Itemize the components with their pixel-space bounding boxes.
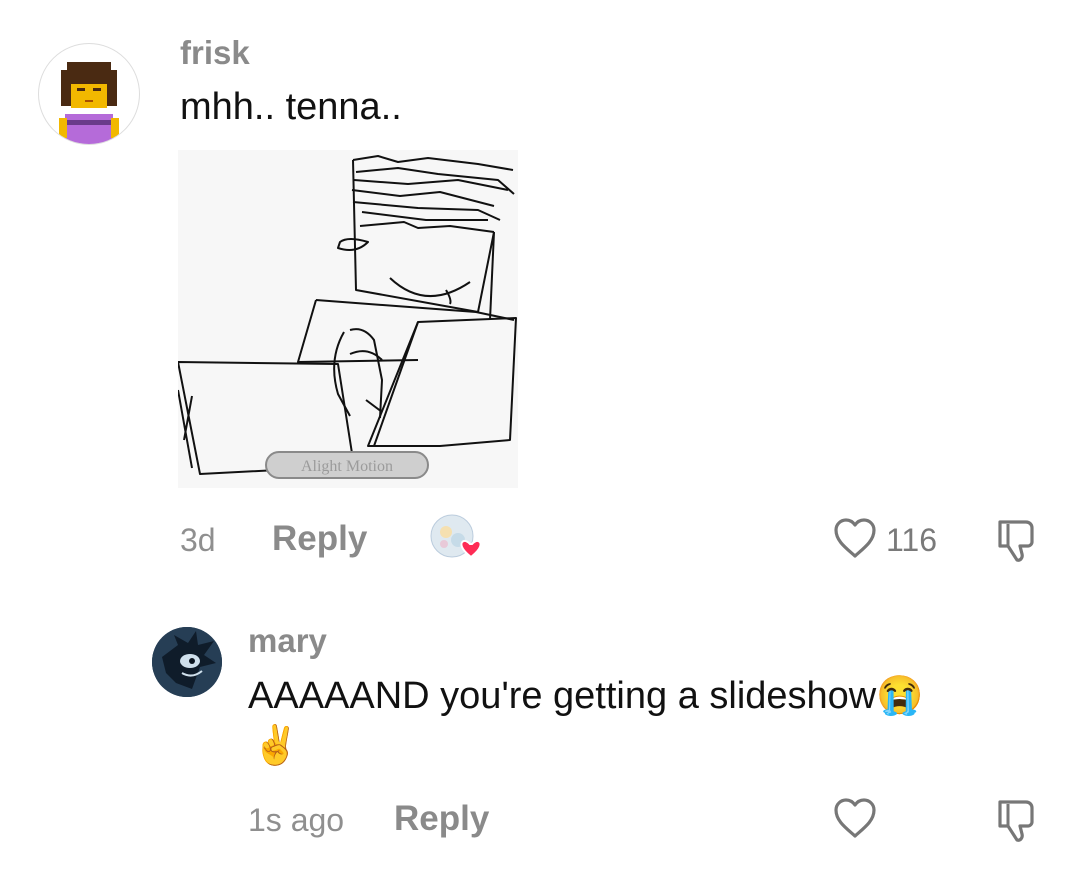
thumbs-down-icon — [998, 800, 1034, 842]
comment-image[interactable]: Alight Motion — [177, 150, 518, 488]
heart-outline-icon — [834, 518, 876, 558]
comment-username[interactable]: mary — [248, 622, 327, 660]
comment-text-line2: ✌️ — [252, 725, 300, 767]
avatar[interactable] — [152, 627, 222, 697]
like-button[interactable] — [832, 516, 878, 560]
comment-text: AAAAAND you're getting a slideshow😭 — [248, 675, 924, 717]
reply-button[interactable]: Reply — [272, 519, 367, 559]
pixel-character-avatar-icon — [59, 62, 119, 144]
watermark-text: Alight Motion — [301, 458, 393, 475]
heart-outline-icon — [834, 798, 876, 838]
reply-button[interactable]: Reply — [394, 799, 489, 839]
like-button[interactable] — [832, 796, 878, 840]
comment-time: 3d — [180, 522, 216, 558]
like-count: 116 — [886, 522, 938, 558]
dislike-button[interactable] — [992, 516, 1038, 564]
sketch-drawing: Alight Motion — [177, 155, 517, 479]
comment-username[interactable]: frisk — [180, 34, 250, 72]
comment-time: 1s ago — [248, 802, 345, 838]
creator-liked-icon — [430, 514, 486, 560]
comment-text: mhh.. tenna.. — [180, 86, 402, 128]
dark-hedgehog-avatar-icon — [152, 627, 222, 697]
thumbs-down-icon — [998, 520, 1034, 562]
avatar[interactable] — [38, 43, 140, 145]
dislike-button[interactable] — [992, 796, 1038, 844]
